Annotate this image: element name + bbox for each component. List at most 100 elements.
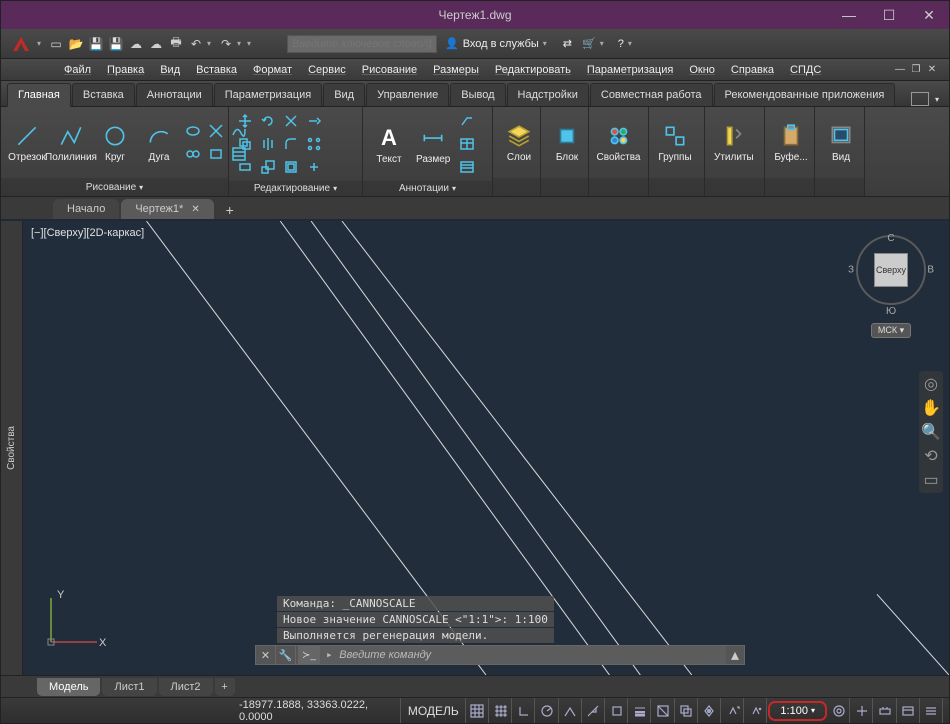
utilities-button[interactable]: Утилиты <box>711 120 757 165</box>
viewcube-face[interactable]: Сверху <box>874 253 908 287</box>
layers-button[interactable]: Слои <box>499 120 539 165</box>
mirror-icon[interactable] <box>258 134 278 154</box>
close-tab-icon[interactable]: ✕ <box>191 204 199 215</box>
offset-icon[interactable] <box>281 157 301 177</box>
status-customize-icon[interactable] <box>921 698 943 723</box>
panel-annot-label[interactable]: Аннотации▾ <box>363 181 492 196</box>
cmdline-history-icon[interactable]: ▴ <box>726 645 744 665</box>
menu-file[interactable]: Файл <box>57 62 98 78</box>
menu-edit[interactable]: Правка <box>100 62 151 78</box>
viewcube[interactable]: Сверху С Ю В З МСК ▾ <box>853 235 929 325</box>
table2-icon[interactable] <box>457 157 477 177</box>
file-tab-start[interactable]: Начало <box>53 199 119 219</box>
leader-icon[interactable] <box>457 111 477 131</box>
menu-tools[interactable]: Сервис <box>301 62 353 78</box>
nav-pan-icon[interactable]: ✋ <box>922 399 940 417</box>
panel-modify-label[interactable]: Редактирование▾ <box>229 181 362 196</box>
nav-showmotion-icon[interactable]: ▭ <box>922 471 940 489</box>
line-button[interactable]: Отрезок <box>7 120 47 165</box>
rotate-icon[interactable] <box>258 111 278 131</box>
saveas-icon[interactable]: 💾 <box>107 35 125 53</box>
array-icon[interactable] <box>304 134 324 154</box>
stretch-icon[interactable] <box>235 157 255 177</box>
open-icon[interactable]: 📂 <box>67 35 85 53</box>
cmdline-input[interactable]: ▸ Введите команду <box>320 646 726 664</box>
file-tab-drawing1[interactable]: Чертеж1*✕ <box>121 199 213 219</box>
nav-orbit-icon[interactable]: ⟲ <box>922 447 940 465</box>
panel-draw-label[interactable]: Рисование▾ <box>1 178 228 196</box>
menu-dimension[interactable]: Размеры <box>426 62 486 78</box>
nav-zoom-icon[interactable]: 🔍 <box>922 423 940 441</box>
app-logo-icon[interactable] <box>7 30 35 58</box>
new-tab-button[interactable]: + <box>220 201 240 219</box>
text-button[interactable]: AТекст <box>369 122 409 167</box>
copy-icon[interactable] <box>235 134 255 154</box>
tab-annotate[interactable]: Аннотации <box>136 83 213 106</box>
tab-insert[interactable]: Вставка <box>72 83 135 106</box>
cloud-save-icon[interactable]: ☁ <box>147 35 165 53</box>
layout-tab-add[interactable]: + <box>215 678 235 696</box>
status-grid-icon[interactable] <box>467 698 489 723</box>
status-selection-cycling-icon[interactable] <box>676 698 698 723</box>
status-polar-icon[interactable] <box>536 698 558 723</box>
menu-parametric[interactable]: Параметризация <box>580 62 680 78</box>
status-annotation-lock-icon[interactable] <box>745 698 767 723</box>
app-store-icon[interactable]: 🛒 <box>582 37 596 50</box>
tab-collab[interactable]: Совместная работа <box>590 83 713 106</box>
status-space[interactable]: МОДЕЛЬ <box>402 698 466 723</box>
status-annotation-scale[interactable]: 1:100▾ <box>768 701 827 721</box>
tab-view[interactable]: Вид <box>323 83 365 106</box>
fillet-icon[interactable] <box>281 134 301 154</box>
tab-manage[interactable]: Управление <box>366 83 449 106</box>
signin-button[interactable]: Вход в службы <box>463 38 539 50</box>
qat-overflow-icon[interactable]: ▾ <box>247 39 255 48</box>
properties-palette[interactable]: Свойства <box>1 221 23 675</box>
maximize-button[interactable]: ☐ <box>869 1 909 29</box>
nav-wheel-icon[interactable]: ◎ <box>922 375 940 393</box>
extend-icon[interactable] <box>304 111 324 131</box>
table-icon[interactable] <box>457 134 477 154</box>
mdi-close-button[interactable]: ✕ <box>925 64 939 76</box>
circle-button[interactable]: Круг <box>95 120 135 165</box>
polyline-button[interactable]: Полилиния <box>51 120 91 165</box>
view-button[interactable]: Вид <box>821 120 861 165</box>
status-annotation-autoscale-icon[interactable] <box>722 698 744 723</box>
status-osnap-icon[interactable] <box>606 698 628 723</box>
trim-icon[interactable] <box>281 111 301 131</box>
arc-button[interactable]: Дуга <box>139 120 179 165</box>
minimize-button[interactable]: — <box>829 1 869 29</box>
status-quickprops-icon[interactable] <box>898 698 920 723</box>
mdi-restore-button[interactable]: ❐ <box>909 64 923 76</box>
tab-output[interactable]: Вывод <box>450 83 505 106</box>
menu-spds[interactable]: СПДС <box>783 62 828 78</box>
redo-dropdown-icon[interactable]: ▾ <box>237 39 245 48</box>
block-button[interactable]: Блок <box>547 120 587 165</box>
menu-insert[interactable]: Вставка <box>189 62 244 78</box>
mdi-minimize-button[interactable]: — <box>893 64 907 76</box>
menu-draw[interactable]: Рисование <box>355 62 424 78</box>
app-menu-dropdown-icon[interactable]: ▾ <box>37 39 45 48</box>
undo-dropdown-icon[interactable]: ▾ <box>207 39 215 48</box>
status-units-icon[interactable] <box>874 698 896 723</box>
status-annotation-monitor-icon[interactable] <box>851 698 873 723</box>
ribbon-tab-selector-icon[interactable] <box>911 92 929 106</box>
new-icon[interactable]: ▭ <box>47 35 65 53</box>
search-input[interactable] <box>287 35 437 53</box>
exchange-icon[interactable]: ⇄ <box>563 37 572 50</box>
rect-icon[interactable] <box>206 144 226 164</box>
status-workspace-icon[interactable] <box>828 698 850 723</box>
save-icon[interactable]: 💾 <box>87 35 105 53</box>
cloud-open-icon[interactable]: ☁ <box>127 35 145 53</box>
ellipse-icon[interactable] <box>183 144 203 164</box>
status-transparency-icon[interactable] <box>652 698 674 723</box>
rectangle-icon[interactable] <box>183 121 203 141</box>
drawing-canvas[interactable]: [−][Сверху][2D-каркас] Сверху С Ю В З МС… <box>23 221 949 675</box>
redo-icon[interactable]: ↷ <box>217 35 235 53</box>
properties-button[interactable]: Свойства <box>595 120 642 165</box>
status-lineweight-icon[interactable] <box>629 698 651 723</box>
viewport-label[interactable]: [−][Сверху][2D-каркас] <box>31 227 144 239</box>
layout-tab-model[interactable]: Модель <box>37 678 100 696</box>
ucs-icon[interactable]: YX <box>39 584 109 657</box>
command-line[interactable]: ✕ 🔧 ≻_ ▸ Введите команду ▴ <box>255 645 745 665</box>
status-ortho-icon[interactable] <box>513 698 535 723</box>
